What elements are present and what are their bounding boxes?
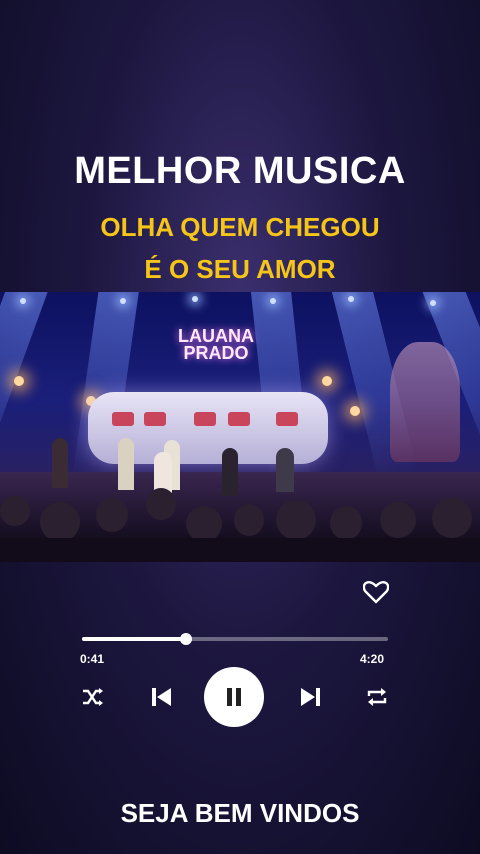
progress-fill xyxy=(82,637,187,641)
audience-row xyxy=(0,538,480,562)
progress-bar[interactable] xyxy=(82,633,388,645)
audience-head xyxy=(40,502,80,542)
welcome-text: SEJA BEM VINDOS xyxy=(120,798,360,828)
trailer-window xyxy=(276,412,298,426)
repeat-button[interactable] xyxy=(364,684,390,710)
trailer-window xyxy=(194,412,216,426)
shuffle-button[interactable] xyxy=(80,684,106,710)
previous-button[interactable] xyxy=(148,684,174,710)
audience-head xyxy=(186,506,222,542)
video-thumbnail[interactable]: LAUANA PRADO xyxy=(0,292,480,562)
stage-light xyxy=(20,298,26,304)
trailer-window xyxy=(144,412,166,426)
page-title: MELHOR MUSICA xyxy=(74,150,406,192)
trailer-window xyxy=(112,412,134,426)
skip-next-icon xyxy=(301,688,320,706)
artist-logo: LAUANA PRADO xyxy=(176,327,256,363)
stage-light xyxy=(348,296,354,302)
audience-head xyxy=(330,506,362,540)
singer xyxy=(222,448,238,496)
shuffle-icon xyxy=(83,688,103,706)
subtitle-line-1: OLHA QUEM CHEGOU xyxy=(100,212,380,242)
stage-light xyxy=(192,296,198,302)
next-button[interactable] xyxy=(298,684,324,710)
audience-head xyxy=(146,488,176,520)
like-button[interactable] xyxy=(362,578,390,606)
musician xyxy=(276,448,294,492)
stage-light xyxy=(350,406,360,416)
spotlight-beam xyxy=(0,292,49,477)
progress-knob[interactable] xyxy=(180,633,193,645)
stage-light xyxy=(120,298,126,304)
skip-previous-icon xyxy=(152,688,171,706)
play-pause-button[interactable] xyxy=(204,667,264,727)
stage-light xyxy=(270,298,276,304)
musician xyxy=(118,438,134,490)
heart-icon xyxy=(363,581,389,604)
audience-head xyxy=(0,496,30,526)
audience-head xyxy=(380,502,416,538)
total-duration: 4:20 xyxy=(360,652,385,666)
audience-head xyxy=(276,500,316,540)
elapsed-time: 0:41 xyxy=(80,652,105,666)
musician xyxy=(52,438,68,488)
audience-head xyxy=(96,498,128,532)
stage-light xyxy=(14,376,24,386)
subtitle-line-2: É O SEU AMOR xyxy=(144,254,336,284)
artist-logo-line2: PRADO xyxy=(183,343,249,363)
stage-light xyxy=(430,300,436,306)
audience-head xyxy=(234,504,264,536)
stage-tree-decor xyxy=(390,342,460,462)
stage-light xyxy=(322,376,332,386)
pause-icon xyxy=(227,688,241,706)
repeat-icon xyxy=(367,688,387,706)
audience-head xyxy=(432,498,472,538)
trailer-window xyxy=(228,412,250,426)
